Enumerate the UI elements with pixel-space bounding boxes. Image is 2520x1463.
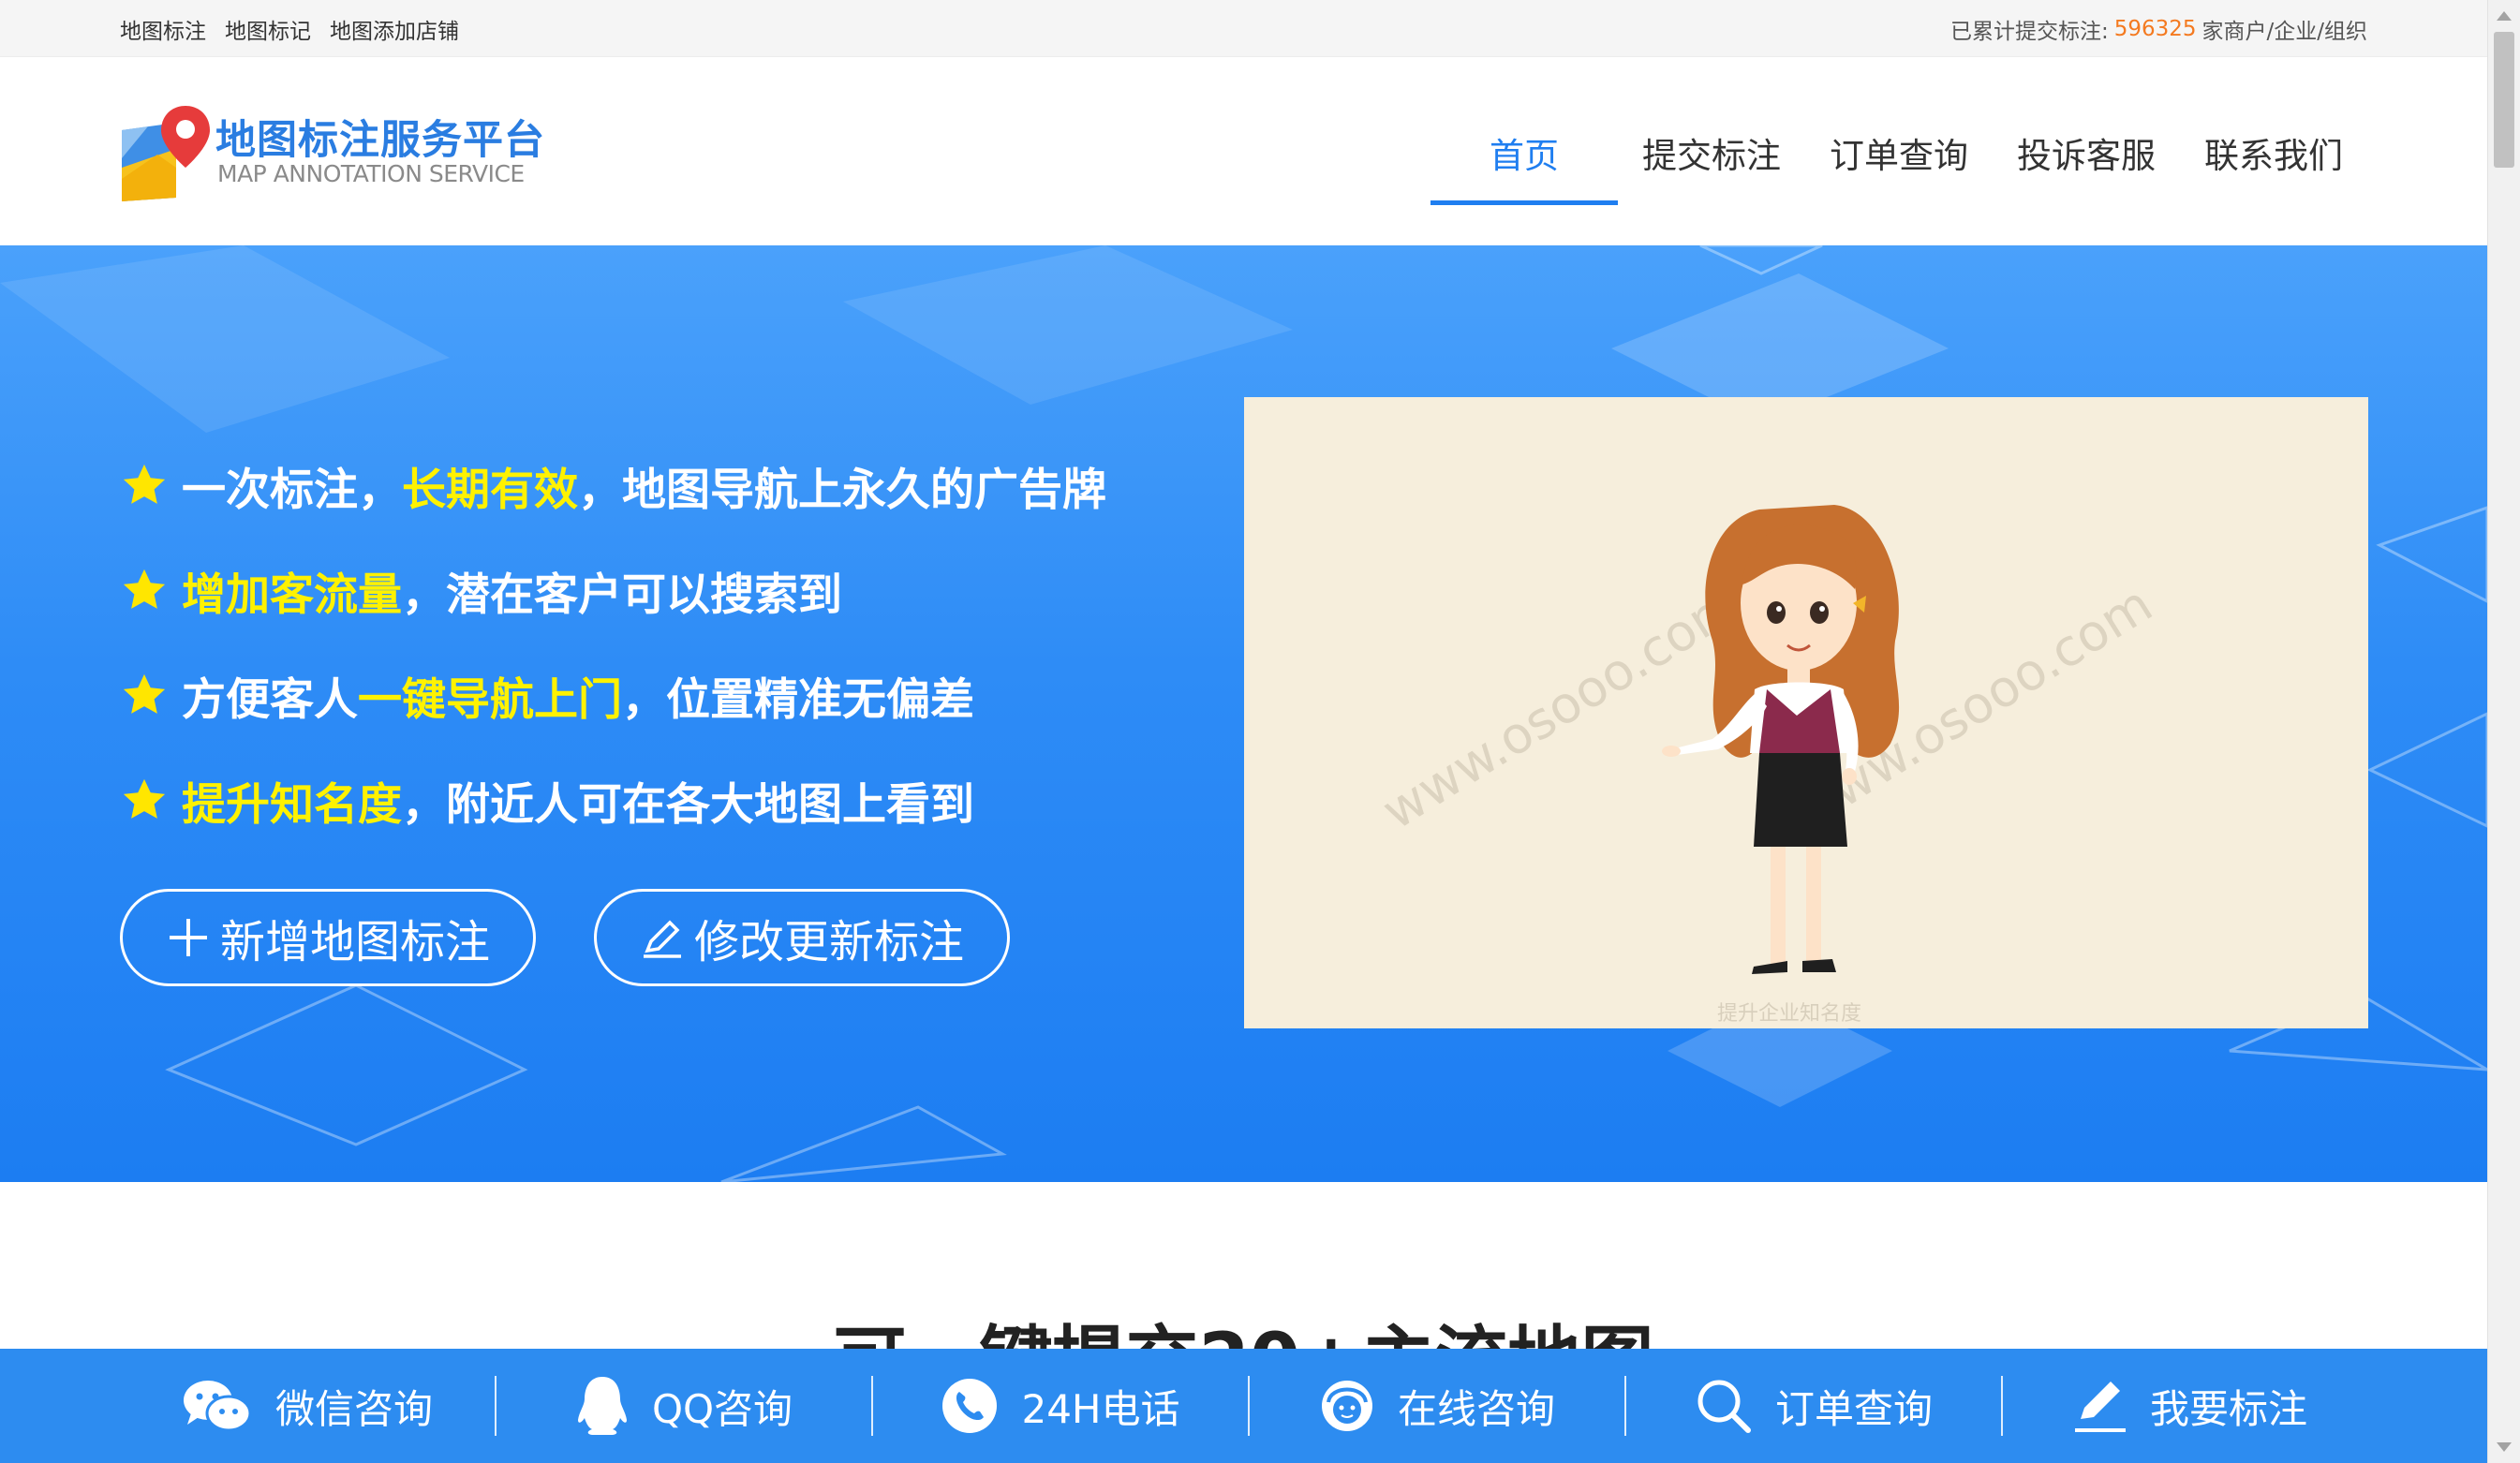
nav-home[interactable]: 首页 xyxy=(1430,111,1618,205)
annotate-now-button[interactable]: 我要标注 xyxy=(2003,1349,2378,1463)
top-link-map-mark[interactable]: 地图标记 xyxy=(225,13,311,45)
star-icon xyxy=(123,464,166,504)
edit-annotation-label: 修改更新标注 xyxy=(693,916,964,968)
feature-text: 提升知名度，附近人可在各大地图上看到 xyxy=(182,778,974,831)
site-logo[interactable]: 地图标注服务平台 MAP ANNOTATION SERVICE xyxy=(120,102,544,205)
nav-complaint-service[interactable]: 投诉客服 xyxy=(1993,111,2180,201)
map-pin-logo-icon xyxy=(122,106,210,201)
presenter-illustration xyxy=(1662,505,1900,974)
plus-icon xyxy=(166,915,211,960)
feature-text: 一次标注，长期有效，地图导航上永久的广告牌 xyxy=(182,464,1106,516)
stats-count: 596325 xyxy=(2113,16,2197,41)
order-query-label: 订单查询 xyxy=(1774,1385,1933,1432)
feature-item: 一次标注，长期有效，地图导航上永久的广告牌 xyxy=(120,433,1106,538)
edit-icon xyxy=(640,915,685,960)
order-query-button[interactable]: 订单查询 xyxy=(1626,1349,2001,1463)
site-header: 地图标注服务平台 MAP ANNOTATION SERVICE 首页 提交标注 … xyxy=(0,57,2487,245)
service-icon xyxy=(1319,1376,1375,1436)
phone-icon xyxy=(941,1377,999,1435)
scrollbar-thumb[interactable] xyxy=(2494,32,2514,168)
logo-title: 地图标注服务平台 xyxy=(215,117,545,164)
qq-consult-button[interactable]: QQ咨询 xyxy=(497,1349,871,1463)
scroll-up-arrow-icon[interactable] xyxy=(2497,11,2512,21)
wechat-consult-label: 微信咨询 xyxy=(274,1385,433,1432)
star-icon xyxy=(123,673,166,714)
phone-24h-button[interactable]: 24H电话 xyxy=(873,1349,1248,1463)
feature-item: 增加客流量，潜在客户可以搜索到 xyxy=(120,538,1106,643)
stats-suffix: 家商户/企业/组织 xyxy=(2201,19,2368,44)
hero-actions: 新增地图标注 修改更新标注 xyxy=(120,889,1010,986)
stats-prefix: 已累计提交标注: xyxy=(1949,19,2109,44)
page-scrollbar[interactable] xyxy=(2487,0,2520,1463)
feature-item: 方便客人一键导航上门，位置精准无偏差 xyxy=(120,643,1106,747)
pencil-icon xyxy=(2073,1378,2127,1434)
nav-submit-annotation[interactable]: 提交标注 xyxy=(1618,111,1805,201)
submission-stats: 已累计提交标注: 596325 家商户/企业/组织 xyxy=(1950,0,2367,57)
top-links: 地图标注 地图标记 地图添加店铺 xyxy=(120,0,459,57)
feature-list: 一次标注，长期有效，地图导航上永久的广告牌 增加客流量，潜在客户可以搜索到 方便… xyxy=(120,433,1106,852)
wechat-consult-button[interactable]: 微信咨询 xyxy=(120,1349,495,1463)
video-caption: 提升企业知名度 xyxy=(1717,1002,1862,1026)
feature-text: 方便客人一键导航上门，位置精准无偏差 xyxy=(182,673,974,726)
feature-item: 提升知名度，附近人可在各大地图上看到 xyxy=(120,747,1106,852)
scroll-down-arrow-icon[interactable] xyxy=(2497,1442,2512,1452)
qq-icon xyxy=(575,1375,630,1437)
logo-subtitle: MAP ANNOTATION SERVICE xyxy=(217,160,525,187)
online-consult-label: 在线咨询 xyxy=(1397,1385,1555,1432)
edit-annotation-button[interactable]: 修改更新标注 xyxy=(594,889,1010,986)
nav-contact-us[interactable]: 联系我们 xyxy=(2180,111,2367,201)
bottom-contact-bar: 微信咨询 QQ咨询 24H电话 在线咨询 订单查询 我要标注 xyxy=(0,1349,2487,1463)
annotate-now-label: 我要标注 xyxy=(2149,1385,2307,1432)
qq-consult-label: QQ咨询 xyxy=(651,1385,793,1432)
main-nav: 首页 提交标注 订单查询 投诉客服 联系我们 xyxy=(1430,111,2367,205)
new-annotation-button[interactable]: 新增地图标注 xyxy=(120,889,536,986)
phone-24h-label: 24H电话 xyxy=(1021,1385,1180,1432)
online-consult-button[interactable]: 在线咨询 xyxy=(1250,1349,1624,1463)
top-link-map-annotation[interactable]: 地图标注 xyxy=(120,13,206,45)
star-icon xyxy=(123,569,166,609)
top-link-add-store[interactable]: 地图添加店铺 xyxy=(330,13,459,45)
hero-banner: 一次标注，长期有效，地图导航上永久的广告牌 增加客流量，潜在客户可以搜索到 方便… xyxy=(0,245,2487,1182)
feature-text: 增加客流量，潜在客户可以搜索到 xyxy=(182,569,842,621)
new-annotation-label: 新增地图标注 xyxy=(219,916,490,968)
search-icon xyxy=(1695,1377,1753,1435)
promo-video[interactable]: www.osooo.com www.osooo.com 提升企业知名度 xyxy=(1244,397,2368,1028)
star-icon xyxy=(123,778,166,819)
wechat-icon xyxy=(182,1376,253,1436)
top-strip: 地图标注 地图标记 地图添加店铺 已累计提交标注: 596325 家商户/企业/… xyxy=(0,0,2487,57)
nav-order-query[interactable]: 订单查询 xyxy=(1805,111,1993,201)
